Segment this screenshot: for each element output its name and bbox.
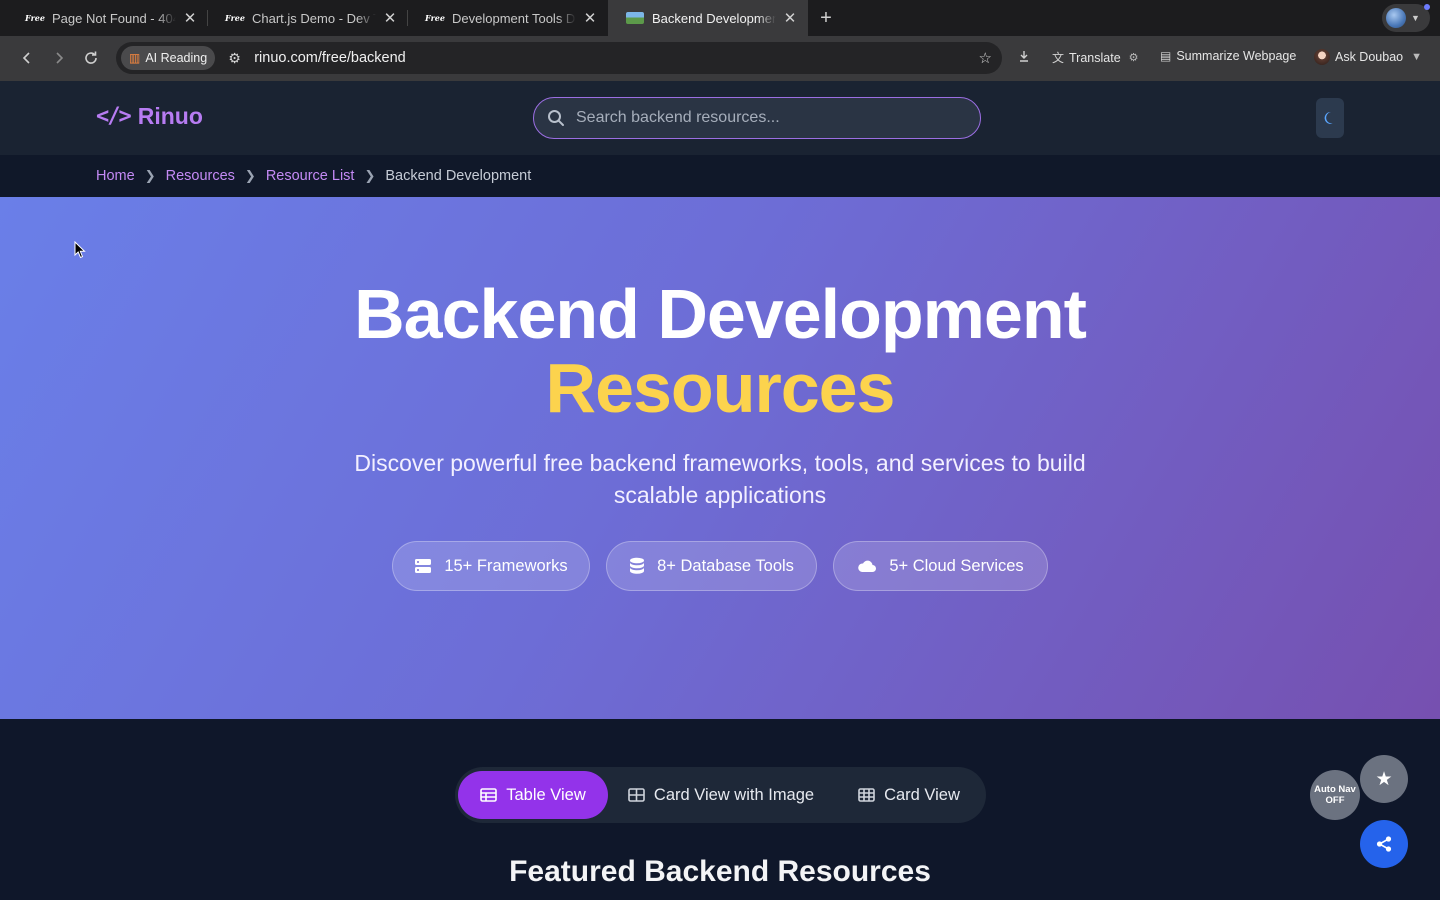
stat-label: 5+ Cloud Services — [889, 556, 1024, 575]
notification-dot — [1424, 4, 1430, 10]
tab-page-not-found[interactable]: Free Page Not Found - 404 ✕ — [8, 0, 208, 36]
forward-button[interactable] — [48, 47, 70, 69]
chevron-right-icon: ❯ — [244, 168, 256, 183]
breadcrumb-current: Backend Development — [385, 168, 532, 184]
translate-icon: 文 — [1052, 51, 1065, 65]
free-favicon-icon: Free — [25, 13, 45, 23]
close-icon[interactable]: ✕ — [182, 10, 198, 27]
breadcrumb-resource-list[interactable]: Resource List — [266, 168, 355, 184]
tab-chartjs-demo[interactable]: Free Chart.js Demo - Dev Tools ✕ — [208, 0, 408, 36]
tab-title: Page Not Found - 404 — [52, 10, 176, 26]
view-switcher: Table View Card View with Image Card Vie… — [455, 767, 986, 823]
auto-nav-state: OFF — [1325, 795, 1345, 806]
download-icon — [1020, 51, 1028, 62]
back-button[interactable] — [16, 47, 38, 69]
site-header: </> Rinuo — [0, 81, 1440, 155]
image-favicon-icon — [626, 12, 644, 24]
reload-icon — [85, 51, 97, 64]
summarize-label: Summarize Webpage — [1176, 49, 1297, 63]
chevron-down-icon: ▼ — [1411, 51, 1422, 63]
auto-nav-toggle[interactable]: Auto Nav OFF — [1310, 770, 1360, 820]
section-title: Featured Backend Resources — [509, 855, 931, 888]
hero-title-accent: Resources — [545, 349, 896, 427]
table-view-button[interactable]: Table View — [458, 771, 608, 819]
view-label: Card View with Image — [653, 785, 815, 804]
summarize-button[interactable]: ▤ Summarize Webpage — [1160, 49, 1296, 63]
browser-tab-bar: Free Page Not Found - 404 ✕ Free Chart.j… — [0, 0, 1440, 36]
breadcrumb-resources[interactable]: Resources — [166, 168, 235, 184]
stat-cloud-services[interactable]: 5+ Cloud Services — [833, 541, 1048, 591]
search-box[interactable] — [533, 97, 981, 139]
stat-label: 8+ Database Tools — [657, 556, 794, 575]
table-icon — [480, 788, 498, 802]
theme-toggle-button[interactable] — [1316, 98, 1344, 138]
close-icon[interactable]: ✕ — [582, 10, 598, 27]
download-button[interactable] — [1017, 49, 1031, 63]
tab-title: Backend Development Resources — [652, 10, 776, 26]
avatar — [1386, 8, 1406, 28]
book-icon: ▥ — [129, 51, 141, 65]
server-icon — [415, 559, 432, 573]
star-icon: ★ — [1375, 768, 1393, 790]
code-icon: </> — [96, 104, 132, 129]
bookmark-star-icon[interactable]: ☆ — [979, 49, 992, 67]
document-icon: ▤ — [1160, 49, 1172, 63]
stat-label: 15+ Frameworks — [444, 556, 568, 575]
close-icon[interactable]: ✕ — [382, 10, 398, 27]
database-icon — [630, 557, 645, 574]
tab-development-tools[interactable]: Free Development Tools Dashboard ✕ — [408, 0, 608, 36]
cloud-icon — [858, 560, 877, 572]
breadcrumb-home[interactable]: Home — [96, 168, 135, 184]
ai-reading-label: AI Reading — [145, 51, 208, 65]
favorite-button[interactable]: ★ — [1360, 755, 1408, 803]
stat-database-tools[interactable]: 8+ Database Tools — [606, 541, 817, 591]
close-icon[interactable]: ✕ — [782, 10, 798, 27]
view-label: Card View — [884, 785, 960, 804]
webpage: </> Rinuo Home ❯ Resources ❯ Resource Li… — [0, 81, 1440, 900]
tab-title: Development Tools Dashboard — [452, 10, 576, 26]
arrow-right-icon — [56, 52, 64, 64]
card-view-button[interactable]: Card View — [840, 771, 978, 819]
mouse-cursor-icon — [74, 241, 86, 259]
view-label: Table View — [506, 785, 586, 804]
tab-backend-development[interactable]: Backend Development Resources ✕ — [608, 0, 808, 36]
doubao-avatar — [1314, 49, 1330, 65]
auto-nav-label: Auto Nav — [1314, 784, 1356, 795]
breadcrumb: Home ❯ Resources ❯ Resource List ❯ Backe… — [0, 155, 1440, 197]
chevron-right-icon: ❯ — [144, 168, 156, 183]
logo-text: Rinuo — [137, 103, 203, 129]
site-logo[interactable]: </> Rinuo — [96, 103, 203, 130]
url-text[interactable]: rinuo.com/free/backend — [254, 50, 978, 66]
hero-title: Backend Development — [354, 275, 1087, 353]
ask-doubao-button[interactable]: Ask Doubao ▼ — [1314, 49, 1422, 65]
hero-subtitle: Discover powerful free backend framework… — [354, 450, 1086, 508]
ask-doubao-label: Ask Doubao — [1335, 50, 1404, 64]
card-view-with-image-button[interactable]: Card View with Image — [615, 771, 827, 819]
moon-icon — [1324, 111, 1333, 124]
tab-title: Chart.js Demo - Dev Tools — [252, 10, 376, 26]
search-icon — [548, 110, 564, 126]
browser-toolbar: ▥ AI Reading ⚙ rinuo.com/free/backend ☆ … — [0, 36, 1440, 81]
grid-icon — [628, 788, 645, 802]
reload-button[interactable] — [80, 47, 102, 69]
hero-section: Backend Development Resources Discover p… — [0, 197, 1440, 719]
profile-button[interactable]: ▼ — [1382, 4, 1430, 32]
chevron-right-icon: ❯ — [364, 168, 376, 183]
ai-reading-button[interactable]: ▥ AI Reading — [121, 46, 216, 70]
translate-button[interactable]: 文 Translate ⚙ — [1052, 49, 1139, 66]
stat-frameworks[interactable]: 15+ Frameworks — [392, 541, 590, 591]
share-button[interactable] — [1360, 820, 1408, 868]
share-icon — [1376, 836, 1392, 852]
arrow-left-icon — [22, 52, 30, 64]
chevron-down-icon: ▼ — [1411, 13, 1420, 23]
site-settings-icon[interactable]: ⚙ — [228, 50, 242, 67]
translate-label: Translate — [1069, 50, 1121, 65]
free-favicon-icon: Free — [225, 13, 245, 23]
grid-small-icon — [858, 788, 875, 802]
new-tab-button[interactable]: + — [814, 6, 838, 30]
address-bar[interactable]: ▥ AI Reading ⚙ rinuo.com/free/backend ☆ — [116, 42, 1002, 74]
free-favicon-icon: Free — [425, 13, 445, 23]
settings-sliders-icon[interactable]: ⚙ — [1129, 51, 1139, 64]
search-input[interactable] — [576, 109, 956, 127]
